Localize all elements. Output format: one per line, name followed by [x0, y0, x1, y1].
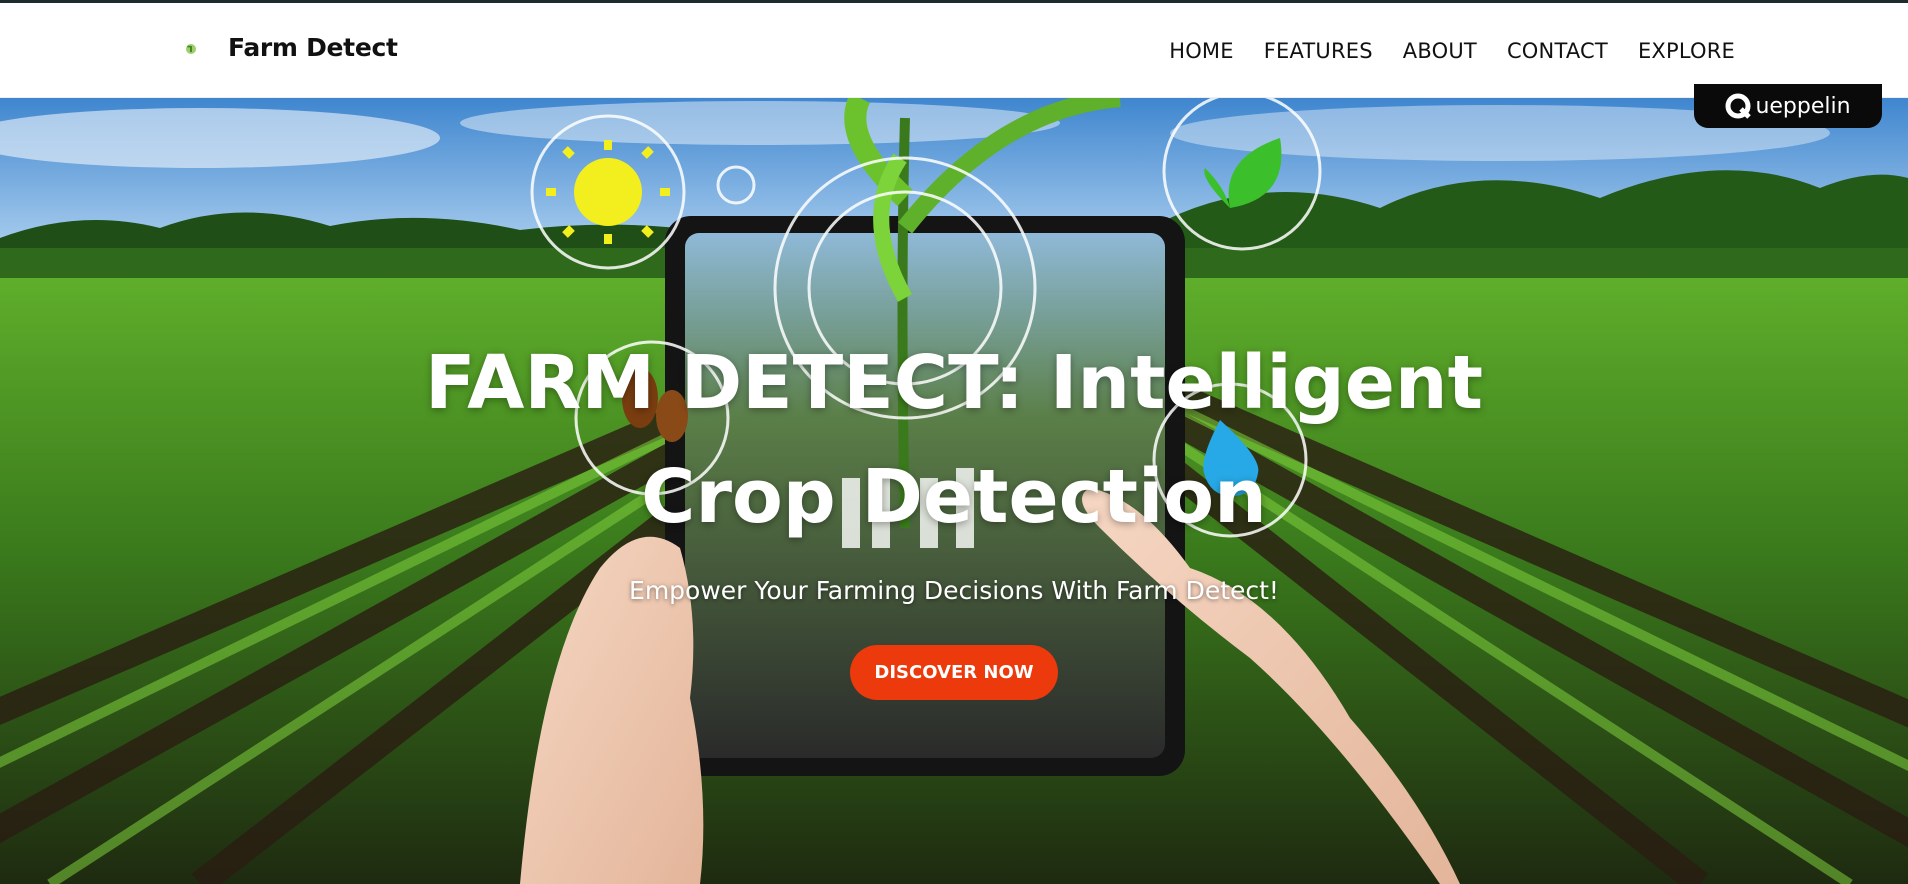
brand[interactable]: Farm Detect — [184, 33, 398, 62]
nav-contact-link[interactable]: CONTACT — [1507, 39, 1608, 63]
nav-home-link[interactable]: HOME — [1169, 39, 1234, 63]
nav-explore-link[interactable]: EXPLORE — [1638, 39, 1735, 63]
hero-content: FARM DETECT: Intelligent Crop Detection … — [0, 326, 1908, 700]
zeppelin-badge[interactable]: ueppelin — [1694, 84, 1882, 128]
nav-features-link[interactable]: FEATURES — [1264, 39, 1373, 63]
q-logo-icon — [1725, 93, 1752, 119]
navbar: Farm Detect HOME FEATURES ABOUT CONTACT … — [0, 3, 1908, 98]
hero-subtitle: Empower Your Farming Decisions With Farm… — [629, 576, 1279, 605]
badge-text: ueppelin — [1755, 93, 1851, 119]
main-nav: HOME FEATURES ABOUT CONTACT EXPLORE — [1169, 39, 1735, 63]
discover-now-button[interactable]: DISCOVER NOW — [850, 645, 1058, 700]
nav-about-link[interactable]: ABOUT — [1403, 39, 1477, 63]
hero-title: FARM DETECT: Intelligent Crop Detection — [425, 340, 1483, 540]
hero-section: FARM DETECT: Intelligent Crop Detection … — [0, 98, 1908, 884]
brand-name: Farm Detect — [228, 33, 398, 62]
sprout-logo-icon — [186, 43, 196, 54]
